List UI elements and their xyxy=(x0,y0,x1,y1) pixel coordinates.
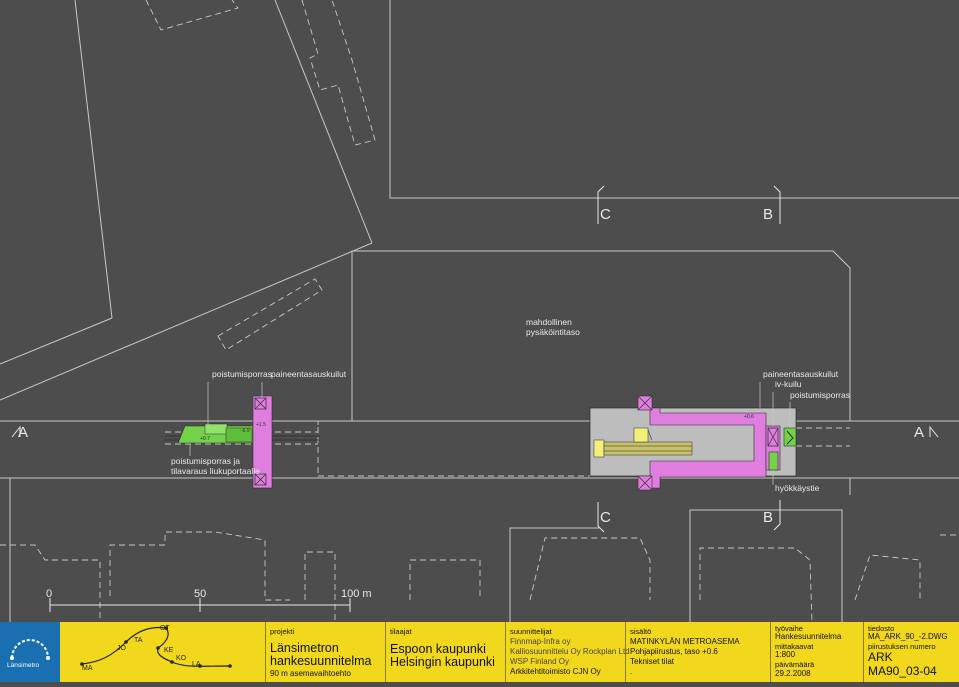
parking-label-1: mahdollinen xyxy=(526,317,572,327)
level-label: +1.5 xyxy=(256,422,266,428)
exit-label-east: poistumisporras xyxy=(790,390,850,400)
iv-shaft-label: iv-kuilu xyxy=(775,379,802,389)
building-outline xyxy=(854,554,921,601)
designers-label: suunnittelijat xyxy=(510,627,552,636)
logo-arc-icon xyxy=(10,639,50,660)
attack-route-label: hyökkäystie xyxy=(775,483,820,493)
date-value: 29.2.2008 xyxy=(775,669,811,678)
content-line-1: MATINKYLÄN METROASEMA xyxy=(630,637,740,646)
project-label: projekti xyxy=(270,627,295,636)
designer-3: WSP Finland Oy xyxy=(510,657,569,666)
scale-value: 1:800 xyxy=(775,650,796,659)
exit-escalator-label-1: poistumisporras ja xyxy=(171,456,240,466)
title-divider xyxy=(265,622,266,682)
scale-label-start: 0 xyxy=(46,588,52,600)
metro-route-line xyxy=(81,626,231,667)
file-value: MA_ARK_90_-2.DWG xyxy=(868,632,948,641)
section-label-c-bottom: C xyxy=(600,509,611,526)
section-label-a-right: A xyxy=(914,424,924,441)
level-label: +0.6 xyxy=(744,414,754,420)
site-plan: mahdollinen pysäköintitaso poistumisporr… xyxy=(0,0,959,622)
street-edge xyxy=(74,0,113,319)
title-divider xyxy=(385,622,386,682)
scale-bar xyxy=(49,598,351,612)
section-label-a-left: A xyxy=(18,424,28,441)
station-ko: KO xyxy=(176,655,187,662)
parcel-edge xyxy=(509,527,600,622)
building-outline xyxy=(529,537,651,601)
level-label: +0.7 xyxy=(200,436,210,442)
project-line-2: hankesuunnitelma xyxy=(270,654,372,668)
content-line-4: . xyxy=(630,667,633,676)
section-mark-a-right xyxy=(929,425,939,438)
logo-text: Länsimetro xyxy=(7,662,40,669)
exit-stair-east xyxy=(783,427,797,447)
building-outline xyxy=(699,547,813,622)
station-ke: KE xyxy=(164,647,174,654)
level-label: -6.9 xyxy=(241,428,250,434)
client-label: tilaajat xyxy=(390,627,412,636)
pressure-shaft-label-west: paineentasauskuilut xyxy=(271,369,347,379)
drawing-stage: mahdollinen pysäköintitaso poistumisporr… xyxy=(0,0,959,682)
street-edge xyxy=(0,317,113,365)
parcel-edge xyxy=(689,509,843,622)
building-outline xyxy=(217,278,323,351)
scale-label-end: 100 m xyxy=(341,588,372,600)
title-divider xyxy=(863,622,864,682)
title-block: Länsimetro MA JO TA OT KE KO LA projekti… xyxy=(0,622,959,682)
exit-label-west: poistumisporras xyxy=(212,369,272,379)
content-line-3: Tekniset tilat xyxy=(630,657,675,666)
title-divider xyxy=(625,622,626,682)
section-label-b-bottom: B xyxy=(763,509,773,526)
content-line-2: Pohjapiirustus, taso +0.6 xyxy=(630,647,718,656)
parking-block xyxy=(351,250,851,421)
parking-label-2: pysäköintitaso xyxy=(526,327,580,337)
designer-4: Arkkitehtitoimisto CJN Oy xyxy=(510,667,601,676)
escalator-top xyxy=(633,427,649,443)
section-mark-b-top xyxy=(773,185,781,224)
exit-escalator-label-2: tilavaraus liukuportaalle xyxy=(171,466,260,476)
station-jo: JO xyxy=(117,645,127,652)
title-divider xyxy=(770,622,771,682)
phase-value: Hankesuunnitelma xyxy=(775,632,842,641)
section-label-b-top: B xyxy=(763,206,773,223)
station-ot: OT xyxy=(160,625,170,632)
iv-shaft xyxy=(768,451,779,471)
city-block xyxy=(389,0,959,199)
client-line-2: Helsingin kaupunki xyxy=(390,655,495,669)
station-ta: TA xyxy=(134,637,143,644)
scale-label-mid: 50 xyxy=(194,588,206,600)
project-line-3: 90 m asemavaihtoehto xyxy=(270,669,351,678)
platform-escalators xyxy=(603,441,693,456)
building-outline xyxy=(304,551,336,622)
station-ma: MA xyxy=(82,665,93,672)
designer-1: Finnmap-Infra oy xyxy=(510,637,571,646)
platform-end xyxy=(593,439,605,458)
street-edge xyxy=(274,0,373,244)
section-mark-b-bottom xyxy=(773,500,781,531)
drawing-number-1: ARK xyxy=(868,650,893,664)
building-outline xyxy=(301,0,376,146)
title-divider xyxy=(505,622,506,682)
date-label: päivämäärä xyxy=(775,660,815,669)
section-label-c-top: C xyxy=(600,206,611,223)
designer-2: Kalliosuunnittelu Oy Rockplan Ltd xyxy=(510,647,630,656)
drawing-number-2: MA90_03-04 xyxy=(868,664,937,678)
lansimetro-logo: Länsimetro xyxy=(0,622,60,682)
route-map: MA JO TA OT KE KO LA xyxy=(80,625,232,672)
content-label: sisältö xyxy=(630,627,652,636)
station-la: LA xyxy=(192,661,201,668)
building-outline xyxy=(409,559,481,600)
pressure-shaft-label-east: paineentasauskuilut xyxy=(763,369,839,379)
building-outline xyxy=(145,0,239,31)
